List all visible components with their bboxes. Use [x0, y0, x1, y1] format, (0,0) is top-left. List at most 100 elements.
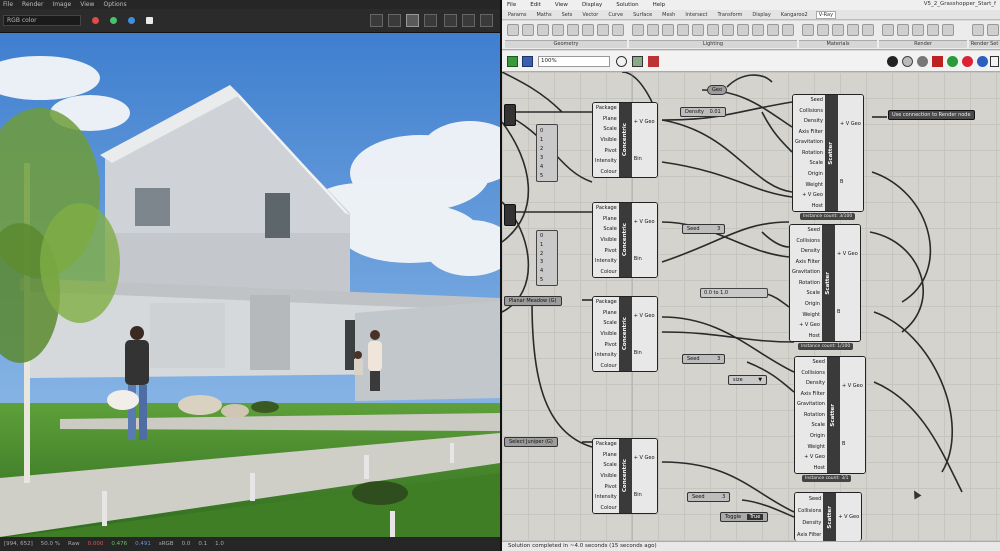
output-vgeo[interactable]: + V Geo	[632, 313, 657, 319]
tab-mesh[interactable]: Mesh	[660, 12, 677, 18]
scatter-component[interactable]: Seed Collisions Density Axis Filter Grav…	[792, 94, 864, 212]
input-package[interactable]: Package	[593, 299, 619, 305]
light-tool-icon[interactable]	[677, 24, 689, 36]
preview-wire-icon[interactable]	[902, 56, 913, 67]
input-intensity[interactable]: Intensity	[593, 158, 619, 164]
tab-curve[interactable]: Curve	[606, 12, 625, 18]
light-tool-icon[interactable]	[767, 24, 779, 36]
gh-menu-display[interactable]: Display	[582, 2, 602, 8]
save-file-icon[interactable]	[522, 56, 533, 67]
scatter-component[interactable]: Seed Collisions Density Axis Filter Grav…	[794, 356, 866, 474]
input-vgeo[interactable]: + V Geo	[793, 192, 825, 198]
input-visible[interactable]: Visible	[593, 331, 619, 337]
input-visible[interactable]: Visible	[593, 237, 619, 243]
seed-slider[interactable]: Seed 3	[682, 354, 726, 364]
input-vgeo[interactable]: + V Geo	[795, 454, 827, 460]
input-pivot[interactable]: Pivot	[593, 248, 619, 254]
density-slider[interactable]: Density 0.01	[680, 107, 726, 117]
input-collisions[interactable]: Collisions	[795, 508, 823, 514]
menu-render[interactable]: Render	[22, 1, 43, 8]
input-host[interactable]: Host	[790, 333, 822, 339]
input-host[interactable]: Host	[793, 203, 825, 209]
input-gravitation[interactable]: Gravitation	[790, 269, 822, 275]
tab-maths[interactable]: Maths	[534, 12, 553, 18]
material-blue-icon[interactable]	[977, 56, 988, 67]
mode-readout[interactable]: Raw	[68, 541, 80, 547]
input-density[interactable]: Density	[790, 248, 822, 254]
gh-menu-view[interactable]: View	[555, 2, 568, 8]
input-package[interactable]: Package	[593, 205, 619, 211]
render-teapot-icon[interactable]	[462, 14, 475, 27]
render-tool-icon[interactable]	[897, 24, 909, 36]
light-tool-icon[interactable]	[692, 24, 704, 36]
tab-vector[interactable]: Vector	[580, 12, 600, 18]
output-vgeo[interactable]: + V Geo	[835, 251, 860, 257]
input-axis-filter[interactable]: Axis Filter	[793, 129, 825, 135]
light-tool-icon[interactable]	[647, 24, 659, 36]
input-intensity[interactable]: Intensity	[593, 258, 619, 264]
input-origin[interactable]: Origin	[793, 171, 825, 177]
input-scale[interactable]: Scale	[593, 226, 619, 232]
input-scale[interactable]: Scale	[790, 290, 822, 296]
input-weight[interactable]: Weight	[790, 312, 822, 318]
range-panel[interactable]: 0.0 to 1.0	[700, 288, 768, 298]
planar-meadow-param[interactable]: Planar Meadow (G)	[504, 296, 562, 306]
input-plane[interactable]: Plane	[593, 310, 619, 316]
input-package[interactable]: Package	[593, 441, 619, 447]
input-scale[interactable]: Scale	[593, 320, 619, 326]
output-vgeo[interactable]: + V Geo	[836, 514, 861, 520]
input-scale[interactable]: Scale	[795, 422, 827, 428]
input-rotation[interactable]: Rotation	[790, 280, 822, 286]
input-pivot[interactable]: Pivot	[593, 484, 619, 490]
list-panel[interactable]: 0 1 2 3 4 5	[536, 124, 558, 182]
input-density[interactable]: Density	[795, 520, 823, 526]
input-colour[interactable]: Colour	[593, 269, 619, 275]
input-axis-filter[interactable]: Axis Filter	[790, 259, 822, 265]
input-colour[interactable]: Colour	[593, 169, 619, 175]
output-b[interactable]: B	[835, 309, 860, 315]
input-axis-filter[interactable]: Axis Filter	[795, 532, 823, 538]
material-tool-icon[interactable]	[832, 24, 844, 36]
tab-surface[interactable]: Surface	[631, 12, 654, 18]
input-seed[interactable]: Seed	[790, 227, 822, 233]
input-gravitation[interactable]: Gravitation	[793, 139, 825, 145]
render-tool-icon[interactable]	[927, 24, 939, 36]
input-scale[interactable]: Scale	[593, 462, 619, 468]
light-tool-icon[interactable]	[782, 24, 794, 36]
light-tool-icon[interactable]	[752, 24, 764, 36]
render-tool-icon[interactable]	[912, 24, 924, 36]
input-pivot[interactable]: Pivot	[593, 148, 619, 154]
input-scale[interactable]: Scale	[593, 126, 619, 132]
scatter-component[interactable]: Seed Collisions Density Axis Filter Grav…	[789, 224, 861, 342]
color-space[interactable]: sRGB	[159, 541, 174, 547]
alpha-channel-toggle[interactable]	[146, 17, 153, 24]
render-tool-icon[interactable]	[942, 24, 954, 36]
preview-shade-icon[interactable]	[917, 56, 928, 67]
gh-menu-file[interactable]: File	[507, 2, 516, 8]
gh-canvas[interactable]: 0 1 2 3 4 5 0 1 2 3 4 5 Package Plane Sc…	[502, 72, 1000, 541]
input-intensity[interactable]: Intensity	[593, 352, 619, 358]
geometry-tool-icon[interactable]	[612, 24, 624, 36]
output-bin[interactable]: Bin	[632, 350, 657, 356]
input-collisions[interactable]: Collisions	[790, 238, 822, 244]
green-channel-toggle[interactable]	[110, 17, 117, 24]
concentric-component[interactable]: Package Plane Scale Visible Pivot Intens…	[592, 102, 658, 178]
geometry-tool-icon[interactable]	[507, 24, 519, 36]
tab-transform[interactable]: Transform	[715, 12, 744, 18]
output-bin[interactable]: Bin	[632, 156, 657, 162]
zoom-field[interactable]: 100%	[538, 56, 610, 67]
grid-icon[interactable]	[990, 56, 999, 67]
save-image-icon[interactable]	[370, 14, 383, 27]
concentric-component[interactable]: Package Plane Scale Visible Pivot Intens…	[592, 296, 658, 372]
zoom-extents-icon[interactable]	[616, 56, 627, 67]
geometry-tool-icon[interactable]	[522, 24, 534, 36]
size-dropdown[interactable]: size ▼	[728, 375, 768, 385]
geometry-param[interactable]	[504, 204, 516, 226]
light-tool-icon[interactable]	[707, 24, 719, 36]
input-collisions[interactable]: Collisions	[793, 108, 825, 114]
material-tool-icon[interactable]	[802, 24, 814, 36]
concentric-component[interactable]: Package Plane Scale Visible Pivot Intens…	[592, 202, 658, 278]
preview-mesh-icon[interactable]	[648, 56, 659, 67]
input-seed[interactable]: Seed	[795, 359, 827, 365]
input-seed[interactable]: Seed	[795, 496, 823, 502]
